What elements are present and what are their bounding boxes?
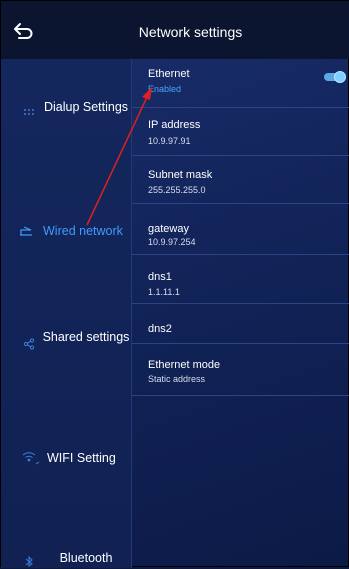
setting-title: Ethernet [148, 68, 190, 80]
app-window: Network settings Dialup Settings Wired n… [0, 0, 349, 568]
settings-list: Ethernet Enabled IP address 10.9.97.91 S… [132, 59, 349, 568]
setting-row-gateway[interactable]: gateway 10.9.97.254 [132, 203, 349, 255]
page-title: Network settings [138, 24, 243, 40]
sidebar-item-wifi-setting[interactable]: WIFI Setting [1, 446, 131, 470]
sidebar-item-dialup[interactable]: Dialup Settings [1, 93, 131, 133]
setting-value: 10.9.97.254 [148, 237, 196, 247]
setting-row-ethernet[interactable]: Ethernet Enabled [132, 59, 349, 108]
share-icon [23, 338, 35, 350]
sidebar-item-label: WIFI Setting [47, 451, 116, 465]
setting-row-dns1[interactable]: dns1 1.1.11.1 [132, 254, 349, 304]
sidebar-item-label: Dialup Settings [43, 100, 129, 114]
setting-title: IP address [148, 119, 201, 131]
wifi-icon [22, 452, 40, 465]
setting-value: 255.255.255.0 [148, 185, 206, 195]
setting-title: Ethernet mode [148, 359, 221, 371]
setting-value: Static address [148, 374, 206, 384]
setting-row-ethernet-mode[interactable]: Ethernet mode Static address [132, 343, 349, 396]
sidebar: Dialup Settings Wired network Shared set… [1, 59, 132, 568]
sidebar-item-bluetooth[interactable]: Bluetooth [1, 547, 131, 569]
title-bar: Network settings [1, 1, 349, 59]
ethernet-icon [20, 226, 32, 236]
setting-value: 10.9.97.91 [148, 136, 191, 146]
sidebar-item-wired-network[interactable]: Wired network [1, 219, 131, 243]
setting-title: gateway [148, 223, 189, 235]
setting-row-ip-address[interactable]: IP address 10.9.97.91 [132, 107, 349, 156]
setting-value: 1.1.11.1 [148, 287, 180, 297]
toggle-knob [334, 71, 346, 83]
sidebar-item-label: Bluetooth [59, 551, 113, 565]
ethernet-toggle[interactable] [324, 71, 346, 83]
sidebar-item-shared-settings[interactable]: Shared settings [1, 326, 131, 366]
sidebar-item-label: Shared settings [42, 330, 130, 344]
setting-value: Enabled [148, 84, 182, 94]
setting-row-dns2[interactable]: dns2 [132, 303, 349, 344]
bluetooth-icon [25, 556, 33, 567]
sidebar-item-label: Wired network [43, 224, 123, 238]
setting-title: Subnet mask [148, 169, 213, 181]
setting-title: dns2 [148, 323, 172, 335]
setting-title: dns1 [148, 271, 172, 283]
setting-row-subnet-mask[interactable]: Subnet mask 255.255.255.0 [132, 155, 349, 204]
dialpad-icon [24, 109, 34, 115]
